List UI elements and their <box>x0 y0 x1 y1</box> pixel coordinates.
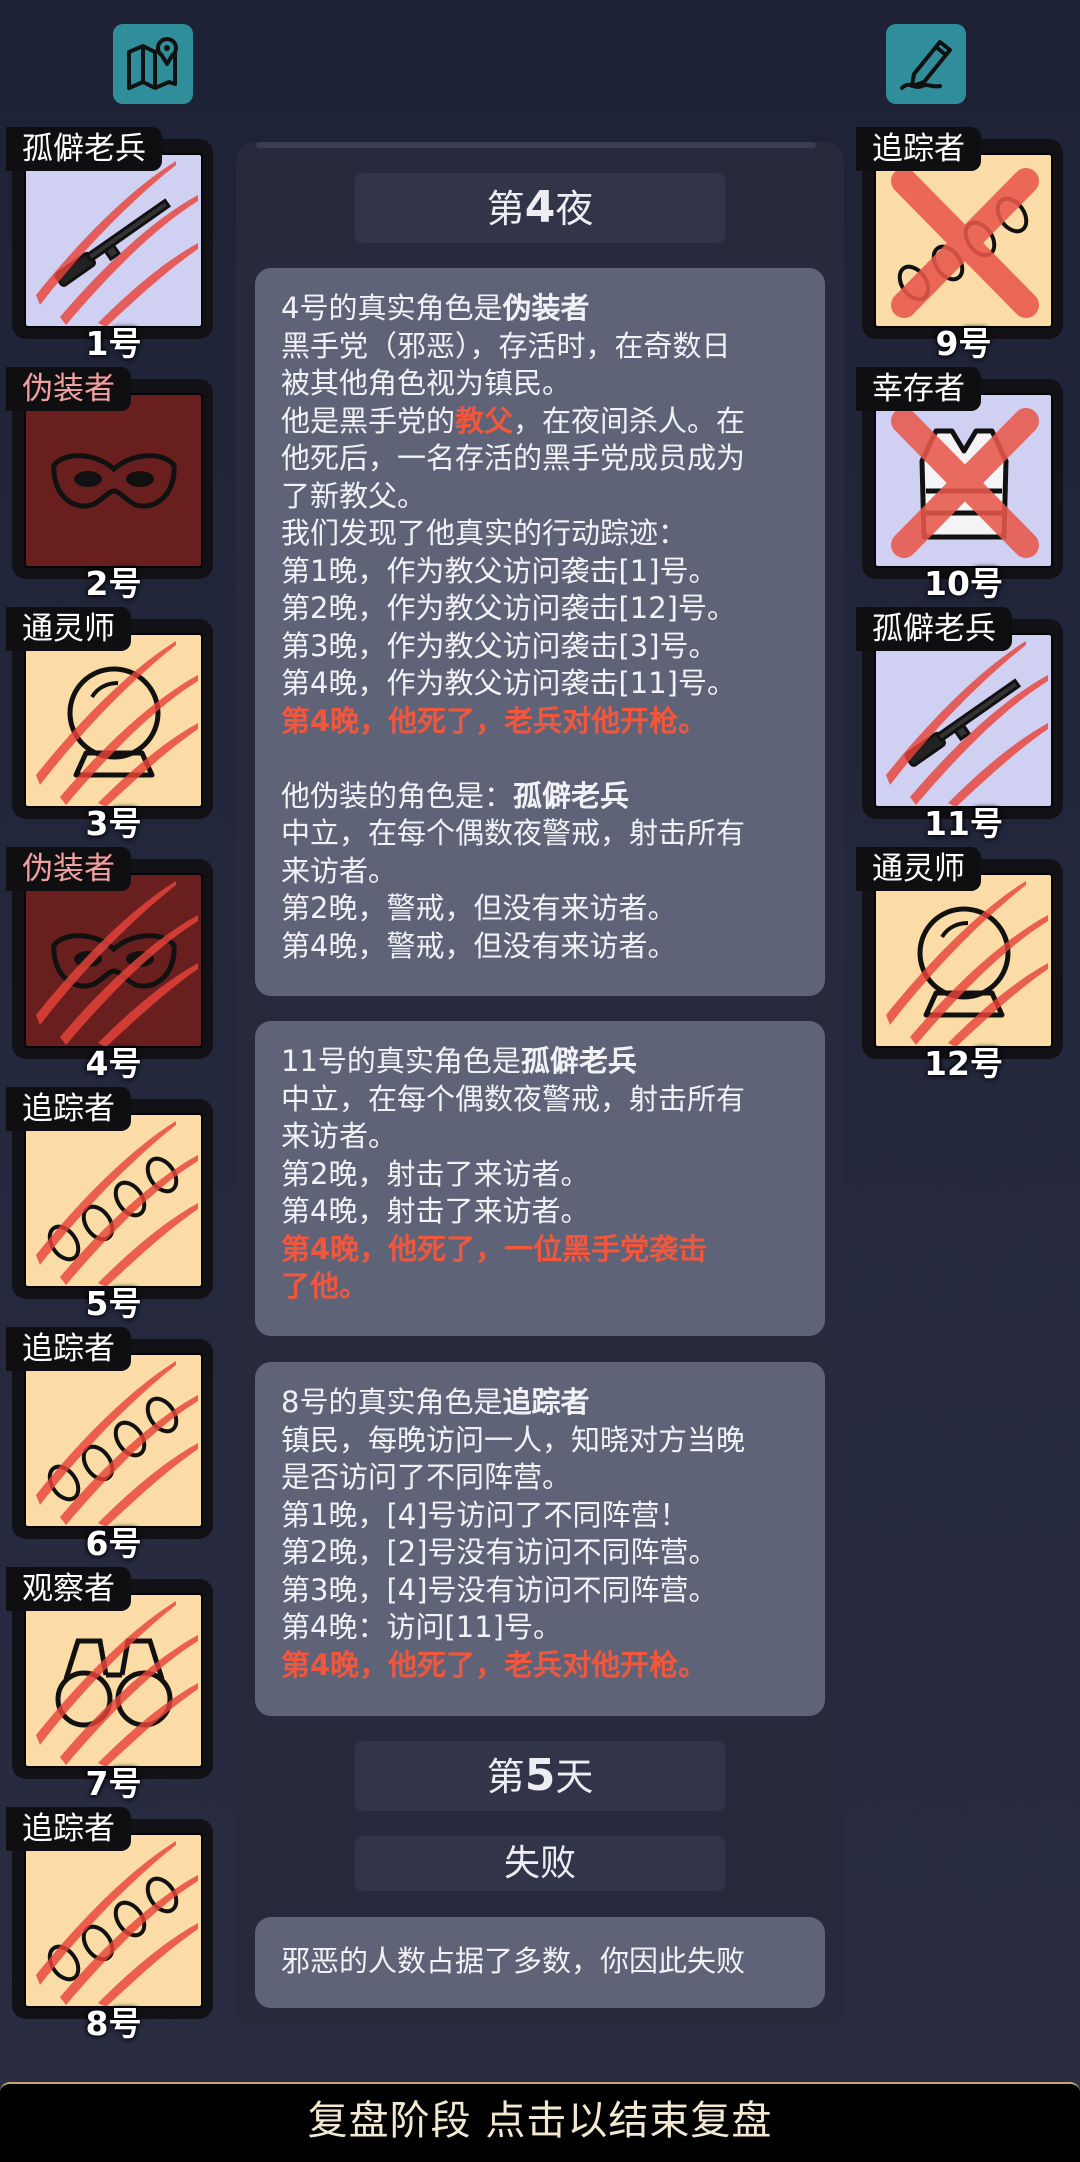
role-tag: 伪装者 <box>6 367 131 411</box>
player-number: 3号 <box>85 804 142 843</box>
player-card-5号[interactable]: 追踪者 5号 <box>6 1087 217 1323</box>
panel-scroll-cap <box>256 142 816 148</box>
player-number: 1号 <box>85 324 142 363</box>
map-button[interactable] <box>113 24 193 104</box>
death-notice: 第4晚，他死了，一位黑手党袭击 <box>281 1231 708 1266</box>
player-number: 6号 <box>85 1524 142 1563</box>
death-notice: 第4晚，他死了，老兵对他开枪。 <box>281 1647 708 1682</box>
player-number: 9号 <box>935 324 992 363</box>
footprints-icon <box>36 1361 198 1526</box>
player-number: 8号 <box>85 2004 142 2043</box>
card-art <box>24 873 203 1048</box>
death-notice: 第4晚，他死了，老兵对他开枪。 <box>281 703 708 738</box>
role-tag: 孤僻老兵 <box>856 607 1012 651</box>
player-number: 12号 <box>924 1044 1003 1083</box>
player-card-11号[interactable]: 孤僻老兵 11号 <box>856 607 1067 843</box>
card-art <box>24 393 203 568</box>
godfather-highlight: 教父 <box>455 403 514 438</box>
player-number: 2号 <box>85 564 142 603</box>
role-tag: 观察者 <box>6 1567 131 1611</box>
role-tag: 追踪者 <box>6 1327 131 1371</box>
player-card-3号[interactable]: 通灵师 3号 <box>6 607 217 843</box>
player-number: 10号 <box>924 564 1003 603</box>
role-tag: 孤僻老兵 <box>6 127 162 171</box>
death-notice-cont: 了他。 <box>281 1269 369 1303</box>
reveal-card-11: 11号的真实角色是孤僻老兵 中立，在每个偶数夜警戒，射击所有 来访者。 第2晚，… <box>255 1021 825 1336</box>
player-card-10号[interactable]: 幸存者 10号 <box>856 367 1067 603</box>
day-header-suffix: 天 <box>555 1755 594 1799</box>
player-number: 11号 <box>924 804 1003 843</box>
role-tag: 追踪者 <box>6 1807 131 1851</box>
pen-icon <box>900 40 952 90</box>
footprints-icon <box>36 1841 198 2006</box>
player-number: 5号 <box>85 1284 142 1323</box>
true-role-name: 孤僻老兵 <box>520 1044 637 1078</box>
night-number: 4 <box>524 182 556 233</box>
night-header-prefix: 第 <box>486 187 525 231</box>
footprints-icon <box>891 168 1039 318</box>
player-card-1号[interactable]: 孤僻老兵 1号 <box>6 127 217 363</box>
reveal-card-8: 8号的真实角色是追踪者 镇民，每晚访问一人，知晓对方当晚 是否访问了不同阵营。 … <box>255 1362 825 1716</box>
day-number: 5 <box>524 1750 556 1801</box>
role-tag: 通灵师 <box>6 607 131 651</box>
day-header: 第5天 <box>355 1741 725 1811</box>
true-role-name: 伪装者 <box>502 291 590 325</box>
card-art <box>24 1833 203 2008</box>
crystal-ball-icon <box>886 881 1048 1046</box>
night-header-suffix: 夜 <box>555 187 594 231</box>
card-art <box>24 1353 203 1528</box>
end-review-button[interactable]: 复盘阶段 点击以结束复盘 <box>0 2082 1080 2162</box>
crystal-ball-icon <box>36 641 198 806</box>
notes-button[interactable] <box>886 24 966 104</box>
night-header: 第4夜 <box>355 173 725 243</box>
binoculars-icon <box>36 1601 198 1766</box>
card-art <box>24 153 203 328</box>
player-card-7号[interactable]: 观察者 7号 <box>6 1567 217 1803</box>
player-card-12号[interactable]: 通灵师 12号 <box>856 847 1067 1083</box>
footprints-icon <box>36 1121 198 1286</box>
player-card-8号[interactable]: 追踪者 8号 <box>6 1807 217 2043</box>
disguise-role-name: 孤僻老兵 <box>513 778 630 813</box>
role-tag: 幸存者 <box>856 367 981 411</box>
rifle-icon <box>886 641 1048 806</box>
mask-icon <box>51 453 177 509</box>
player-number: 7号 <box>85 1764 142 1803</box>
reveal-card-4: 4号的真实角色是伪装者 黑手党（邪恶），存活时，在奇数日 被其他角色视为镇民。 … <box>255 268 825 996</box>
player-number: 4号 <box>85 1044 142 1083</box>
vest-icon <box>891 408 1039 558</box>
role-tag: 伪装者 <box>6 847 131 891</box>
card-art <box>24 633 203 808</box>
card-art <box>874 153 1053 328</box>
card-art <box>24 1113 203 1288</box>
card-art <box>24 1593 203 1768</box>
role-tag: 追踪者 <box>6 1087 131 1131</box>
card-art <box>874 633 1053 808</box>
player-card-6号[interactable]: 追踪者 6号 <box>6 1327 217 1563</box>
card-art <box>874 393 1053 568</box>
player-card-2号[interactable]: 伪装者 2号 <box>6 367 217 603</box>
mask-icon <box>36 881 198 1046</box>
player-card-9号[interactable]: 追踪者 9号 <box>856 127 1067 363</box>
role-tag: 通灵师 <box>856 847 981 891</box>
day-header-prefix: 第 <box>486 1755 525 1799</box>
result-message: 邪恶的人数占据了多数，你因此失败 <box>255 1917 825 2008</box>
role-tag: 追踪者 <box>856 127 981 171</box>
result-header: 失败 <box>355 1836 725 1891</box>
card-art <box>874 873 1053 1048</box>
player-card-4号[interactable]: 伪装者 4号 <box>6 847 217 1083</box>
map-icon <box>127 37 178 90</box>
rifle-icon <box>36 161 198 326</box>
true-role-name: 追踪者 <box>502 1385 590 1419</box>
